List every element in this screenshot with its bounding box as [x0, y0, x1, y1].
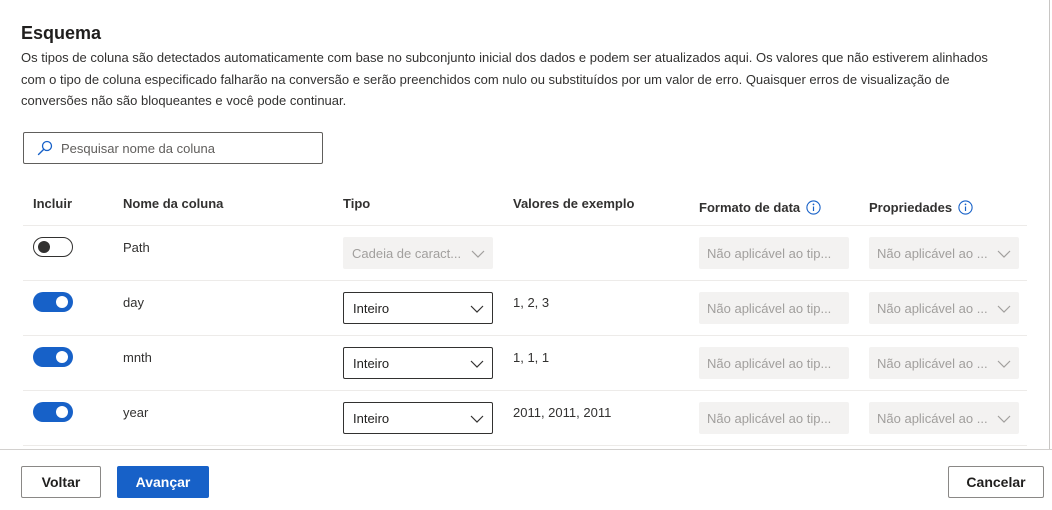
type-select-mnth[interactable]: Inteiro [343, 347, 493, 379]
date-format-field-mnth: Não aplicável ao tip... [699, 347, 849, 379]
date-format-field-year: Não aplicável ao tip... [699, 402, 849, 434]
search-icon [35, 138, 55, 158]
chevron-down-icon [997, 301, 1011, 316]
chevron-down-icon [470, 301, 484, 316]
header-date-format: Formato de data [699, 200, 821, 215]
search-input[interactable]: Pesquisar nome da coluna [23, 132, 323, 164]
next-button[interactable]: Avançar [117, 466, 209, 498]
chevron-down-icon [470, 411, 484, 426]
cancel-button[interactable]: Cancelar [948, 466, 1044, 498]
row-divider [23, 280, 1027, 281]
sample-values-mnth: 1, 1, 1 [513, 350, 550, 365]
include-toggle-mnth[interactable] [33, 347, 73, 367]
include-toggle-path[interactable] [33, 237, 73, 257]
header-type: Tipo [343, 196, 371, 211]
back-button[interactable]: Voltar [21, 466, 101, 498]
column-name-path: Path [123, 240, 150, 255]
header-include: Incluir [33, 196, 73, 211]
info-icon[interactable] [806, 200, 821, 215]
header-date-format-label: Formato de data [699, 200, 801, 215]
type-select-path: Cadeia de caract... [343, 237, 493, 269]
chevron-down-icon [997, 246, 1011, 261]
properties-select-year: Não aplicável ao ... [869, 402, 1019, 434]
chevron-down-icon [470, 356, 484, 371]
column-name-year: year [123, 405, 149, 420]
row-divider [23, 225, 1027, 226]
date-format-field-day: Não aplicável ao tip... [699, 292, 849, 324]
header-properties-label: Propriedades [869, 200, 953, 215]
column-name-mnth: mnth [123, 350, 152, 365]
header-column-name: Nome da coluna [123, 196, 224, 211]
properties-select-mnth: Não aplicável ao ... [869, 347, 1019, 379]
page-description: Os tipos de coluna são detectados automa… [21, 50, 988, 108]
footer-divider [0, 449, 1052, 450]
chevron-down-icon [471, 246, 485, 261]
sample-values-day: 1, 2, 3 [513, 295, 550, 310]
column-name-day: day [123, 295, 144, 310]
row-divider [23, 335, 1027, 336]
search-placeholder: Pesquisar nome da coluna [61, 140, 215, 156]
header-sample-values: Valores de exemplo [513, 196, 635, 211]
properties-select-day: Não aplicável ao ... [869, 292, 1019, 324]
chevron-down-icon [997, 356, 1011, 371]
row-divider [23, 445, 1027, 446]
include-toggle-day[interactable] [33, 292, 73, 312]
date-format-field-path: Não aplicável ao tip... [699, 237, 849, 269]
chevron-down-icon [997, 411, 1011, 426]
type-select-year[interactable]: Inteiro [343, 402, 493, 434]
page-title: Esquema [21, 23, 102, 43]
sample-values-year: 2011, 2011, 2011 [513, 405, 612, 420]
include-toggle-year[interactable] [33, 402, 73, 422]
info-icon[interactable] [958, 200, 973, 215]
row-divider [23, 390, 1027, 391]
properties-select-path: Não aplicável ao ... [869, 237, 1019, 269]
header-properties: Propriedades [869, 200, 973, 215]
scrollbar-track [1049, 0, 1050, 449]
type-select-day[interactable]: Inteiro [343, 292, 493, 324]
